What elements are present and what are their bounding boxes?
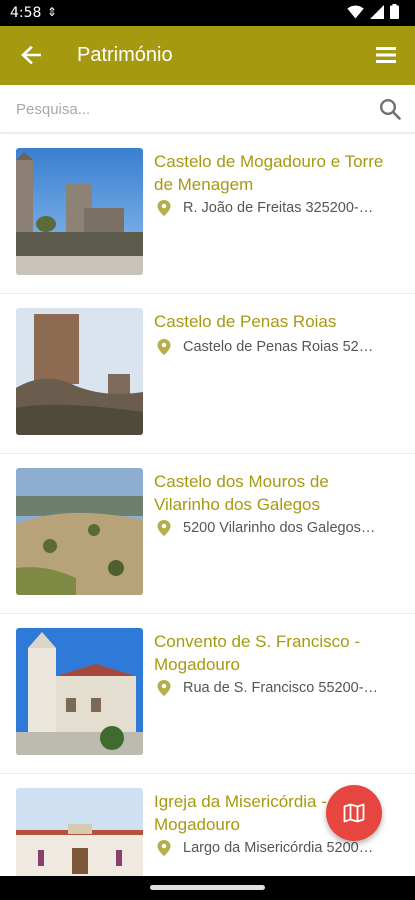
item-address-row: R. João de Freitas 325200-… [157, 200, 402, 216]
menu-button[interactable] [371, 40, 401, 70]
item-title: Castelo dos Mouros de Vilarinho dos Gale… [154, 472, 329, 514]
map-pin-icon [157, 840, 171, 856]
item-thumbnail [16, 468, 143, 595]
item-address-row: Castelo de Penas Roias 52… [157, 339, 402, 355]
item-address-row: Largo da Misericórdia 5200… [157, 840, 402, 856]
list-item[interactable]: Castelo de Penas Roias Castelo de Penas … [0, 294, 415, 454]
item-title: Castelo de Penas Roias [154, 312, 337, 331]
search-icon[interactable] [379, 98, 401, 120]
list-item[interactable]: Castelo dos Mouros de Vilarinho dos Gale… [0, 454, 415, 614]
item-thumbnail [16, 628, 143, 755]
map-pin-icon [157, 339, 171, 355]
page-title: Património [77, 44, 173, 66]
hamburger-menu-icon [376, 47, 396, 63]
list-item[interactable]: Convento de S. Francisco - Mogadouro Rua… [0, 614, 415, 774]
search-bar [0, 85, 415, 133]
status-icons [347, 4, 399, 19]
wifi-icon [347, 5, 364, 18]
item-address: Castelo de Penas Roias 52… [183, 339, 374, 355]
status-bar: 4:58 ⇕ [0, 0, 415, 26]
search-input[interactable] [16, 95, 356, 123]
item-address-row: Rua de S. Francisco 55200-… [157, 680, 402, 696]
heritage-list: Castelo de Mogadouro e Torre de Menagem … [0, 134, 415, 876]
system-nav-bar [0, 876, 415, 900]
arrow-left-icon [21, 46, 41, 64]
map-icon [343, 803, 365, 823]
list-item[interactable]: Castelo de Mogadouro e Torre de Menagem … [0, 134, 415, 294]
home-indicator[interactable] [150, 885, 265, 890]
battery-icon [390, 4, 399, 19]
item-address: 5200 Vilarinho dos Galegos… [183, 520, 376, 536]
item-address-row: 5200 Vilarinho dos Galegos… [157, 520, 402, 536]
map-pin-icon [157, 520, 171, 536]
item-thumbnail [16, 308, 143, 435]
app-bar: Património [0, 26, 415, 85]
item-address: R. João de Freitas 325200-… [183, 200, 374, 216]
status-time: 4:58 [10, 5, 42, 21]
item-address: Largo da Misericórdia 5200… [183, 840, 374, 856]
map-pin-icon [157, 680, 171, 696]
sync-icon: ⇕ [47, 5, 58, 19]
map-pin-icon [157, 200, 171, 216]
item-thumbnail [16, 788, 143, 876]
map-view-button[interactable] [326, 785, 382, 841]
back-button[interactable] [14, 38, 48, 72]
item-thumbnail [16, 148, 143, 275]
item-title: Castelo de Mogadouro e Torre de Menagem [154, 152, 384, 194]
item-title: Convento de S. Francisco - Mogadouro [154, 632, 360, 674]
item-address: Rua de S. Francisco 55200-… [183, 680, 379, 696]
cellular-icon [370, 4, 384, 19]
